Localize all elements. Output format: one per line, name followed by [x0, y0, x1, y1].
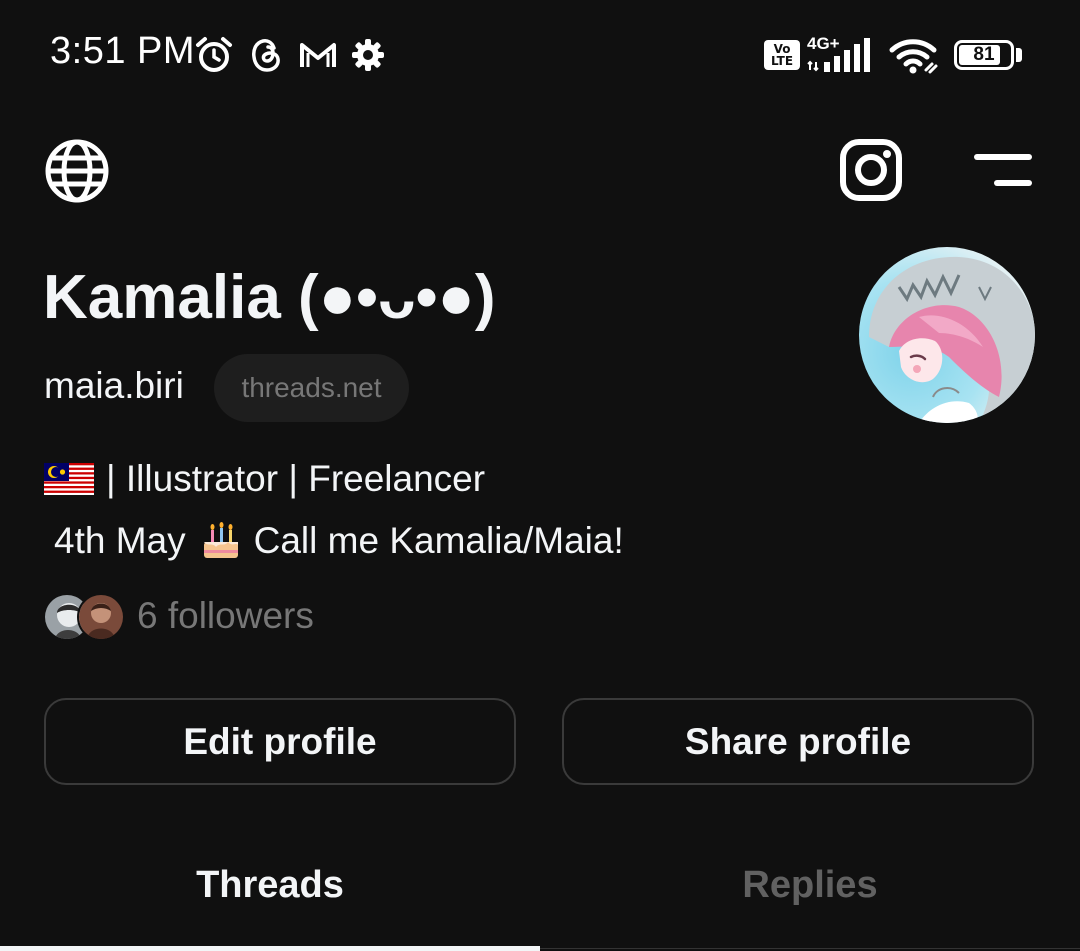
profile-display-name: Kamalia (●•ᴗ•●)	[43, 263, 496, 332]
bio-birthday: 4th May	[54, 520, 186, 561]
followers-count: 6 followers	[137, 595, 314, 636]
bio-line-1: | Illustrator | Freelancer	[44, 458, 485, 500]
tab-threads[interactable]: Threads	[0, 830, 540, 951]
bio-text-1: | Illustrator | Freelancer	[106, 458, 486, 499]
profile-avatar[interactable]	[859, 247, 1035, 423]
globe-icon[interactable]	[44, 138, 110, 204]
gmail-icon	[298, 35, 338, 75]
birthday-cake-icon	[200, 520, 242, 562]
alarm-icon	[194, 35, 234, 75]
menu-icon[interactable]	[974, 152, 1032, 188]
signal-icon	[806, 38, 876, 72]
status-time: 3:51 PM	[50, 30, 196, 72]
share-profile-button[interactable]: Share profile	[562, 698, 1034, 785]
bio-text-2: Call me Kamalia/Maia!	[253, 520, 624, 561]
follower-avatar	[77, 593, 125, 641]
followers-link[interactable]: 6 followers	[43, 592, 314, 641]
settings-icon	[348, 35, 388, 75]
threads-domain-badge[interactable]: threads.net	[214, 354, 409, 422]
bio-line-2: 4th May Call me Kamalia/Maia!	[54, 520, 624, 562]
battery-indicator: 81	[954, 40, 1014, 70]
profile-username: maia.biri	[44, 365, 184, 406]
battery-percent: 81	[973, 44, 995, 65]
battery-nub	[1016, 48, 1022, 62]
follower-avatars	[43, 593, 125, 641]
threads-notification-icon	[246, 35, 286, 75]
malaysia-flag-icon	[44, 463, 94, 495]
instagram-icon[interactable]	[839, 138, 903, 202]
status-bar: 3:51 PM Vo LTE 4G+ 81	[0, 0, 1080, 110]
volte-badge: Vo LTE	[764, 40, 800, 70]
active-tab-indicator	[0, 946, 540, 951]
edit-profile-button[interactable]: Edit profile	[44, 698, 516, 785]
wifi-icon	[888, 36, 942, 76]
tab-divider	[540, 948, 1080, 949]
tab-replies[interactable]: Replies	[540, 830, 1080, 951]
